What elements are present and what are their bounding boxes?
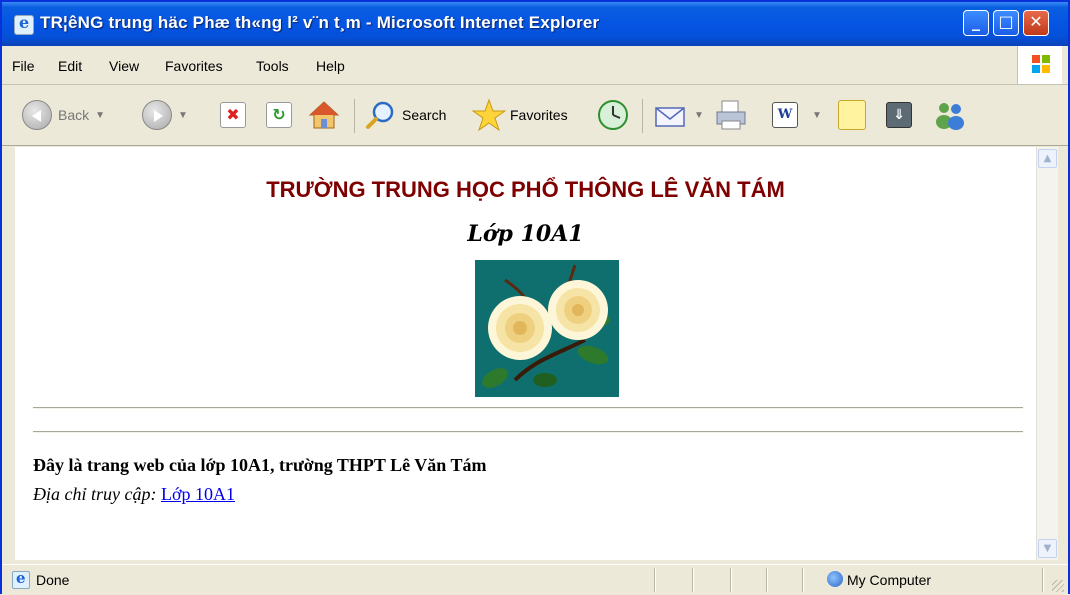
minimize-button[interactable]: _ xyxy=(963,10,989,36)
refresh-icon: ↻ xyxy=(266,102,292,128)
back-arrow-icon xyxy=(22,100,52,130)
windows-flag-icon xyxy=(1017,46,1062,84)
home-button[interactable] xyxy=(308,98,340,132)
discuss-button[interactable] xyxy=(838,98,866,132)
mail-icon xyxy=(655,107,685,127)
search-icon xyxy=(366,101,394,129)
divider xyxy=(33,431,1023,433)
mail-dropdown-icon: ▼ xyxy=(694,109,704,121)
resize-grip-icon[interactable] xyxy=(1052,580,1064,592)
minimize-icon: _ xyxy=(972,12,980,31)
toolbar-separator xyxy=(642,99,643,133)
favorites-label: Favorites xyxy=(510,107,568,123)
back-label: Back xyxy=(58,107,90,123)
menu-help[interactable]: Help xyxy=(316,58,345,74)
divider xyxy=(33,407,1023,409)
status-text: Done xyxy=(36,572,70,588)
stop-icon: ✖ xyxy=(220,102,246,128)
rose-image xyxy=(475,260,619,397)
printer-icon xyxy=(716,100,746,130)
status-divider xyxy=(692,568,694,592)
computer-icon xyxy=(827,571,843,587)
edit-dropdown-icon: ▼ xyxy=(812,109,822,121)
forward-dropdown-icon: ▼ xyxy=(178,109,188,121)
ie-icon xyxy=(14,13,34,35)
refresh-button[interactable]: ↻ xyxy=(266,98,292,132)
toolbar-separator xyxy=(354,99,355,133)
back-button[interactable]: Back ▼ xyxy=(22,98,105,132)
messenger-button[interactable] xyxy=(932,98,968,132)
zone-label: My Computer xyxy=(847,572,932,588)
page-icon xyxy=(12,569,30,589)
menu-tools[interactable]: Tools xyxy=(256,58,289,74)
scroll-down-button[interactable]: ▼ xyxy=(1038,539,1057,558)
edit-button[interactable]: W ▼ xyxy=(772,98,822,132)
mail-button[interactable]: ▼ xyxy=(654,98,704,132)
status-divider xyxy=(654,568,656,592)
menu-favorites[interactable]: Favorites xyxy=(165,58,223,74)
back-dropdown-icon: ▼ xyxy=(95,109,106,121)
toolbar: Back ▼ ▼ ✖ ↻ Search Favorites ▼ W ▼ ⇓ xyxy=(2,85,1068,146)
security-zone: My Computer xyxy=(827,571,932,588)
favorites-button[interactable]: Favorites xyxy=(472,98,568,132)
class-title: Lớp 10A1 xyxy=(467,221,584,247)
search-label: Search xyxy=(402,107,447,123)
messenger-icon xyxy=(936,103,964,130)
class-link[interactable]: Lớp 10A1 xyxy=(161,484,235,504)
status-divider xyxy=(766,568,768,592)
print-button[interactable] xyxy=(714,98,748,132)
title-bar[interactable]: TR¦êNG trung häc Phæ th«ng l² v¨n t¸m - … xyxy=(2,2,1068,46)
home-icon xyxy=(308,101,340,129)
status-bar: Done My Computer xyxy=(2,564,1068,595)
vertical-scrollbar[interactable]: ▲ ▼ xyxy=(1036,147,1058,560)
word-icon: W xyxy=(772,102,798,128)
address-line: Địa chỉ truy cập: Lớp 10A1 xyxy=(33,484,235,505)
research-icon: ⇓ xyxy=(886,102,912,128)
star-icon xyxy=(472,98,506,132)
close-button[interactable]: ✕ xyxy=(1023,10,1049,36)
menu-bar: File Edit View Favorites Tools Help xyxy=(2,46,1068,85)
address-label: Địa chỉ truy cập: xyxy=(33,484,157,504)
page-content: TRƯỜNG TRUNG HỌC PHỔ THÔNG LÊ VĂN TÁM Lớ… xyxy=(15,147,1036,560)
note-icon xyxy=(838,100,866,130)
research-button[interactable]: ⇓ xyxy=(886,98,912,132)
school-title: TRƯỜNG TRUNG HỌC PHỔ THÔNG LÊ VĂN TÁM xyxy=(266,177,785,202)
forward-arrow-icon xyxy=(142,100,172,130)
maximize-icon: □ xyxy=(998,12,1014,31)
history-icon xyxy=(598,100,628,130)
scroll-up-button[interactable]: ▲ xyxy=(1038,149,1057,168)
close-icon: ✕ xyxy=(1029,12,1043,31)
history-button[interactable] xyxy=(596,98,630,132)
forward-button[interactable]: ▼ xyxy=(142,98,188,132)
menu-view[interactable]: View xyxy=(109,58,139,74)
browser-window: TR¦êNG trung häc Phæ th«ng l² v¨n t¸m - … xyxy=(0,0,1070,595)
status-divider xyxy=(1042,568,1044,592)
status-divider xyxy=(730,568,732,592)
maximize-button[interactable]: □ xyxy=(993,10,1019,36)
window-title: TR¦êNG trung häc Phæ th«ng l² v¨n t¸m - … xyxy=(40,13,600,32)
menu-edit[interactable]: Edit xyxy=(58,58,82,74)
menu-file[interactable]: File xyxy=(12,58,35,74)
search-button[interactable]: Search xyxy=(364,98,446,132)
status-divider xyxy=(802,568,804,592)
stop-button[interactable]: ✖ xyxy=(220,98,246,132)
intro-text: Đây là trang web của lớp 10A1, trường TH… xyxy=(33,455,487,475)
